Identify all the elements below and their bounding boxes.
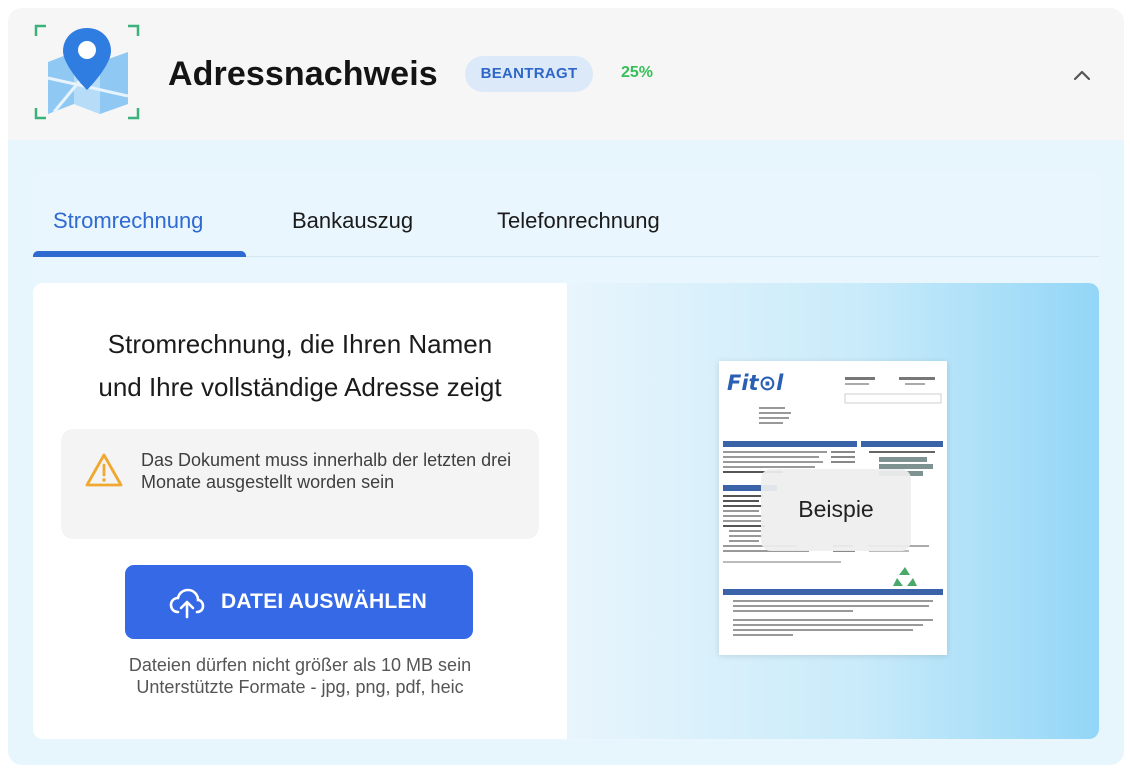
active-tab-indicator [33,251,246,257]
file-requirements-hint: Dateien dürfen nicht größer als 10 MB se… [33,654,567,698]
progress-percent: 25% [621,64,654,81]
validity-notice: Das Dokument muss innerhalb der letzten … [61,429,539,539]
map-pin-icon [34,24,140,120]
example-label: Beispie [798,496,874,522]
requirement-heading: Stromrechnung, die Ihren Namen und Ihre … [33,323,567,409]
tab-telefonrechnung[interactable]: Telefonrechnung [497,208,660,234]
requirement-heading-line-2: und Ihre vollständige Adresse zeigt [98,372,502,402]
example-overlay: Beispie [761,469,911,551]
document-panel: Stromrechnung Bankauszug Telefonrechnung… [33,171,1099,741]
cloud-upload-icon [169,588,205,619]
address-proof-card: Adressnachweis BEANTRAGT 25% Stromrechnu… [8,8,1124,765]
upload-section: Stromrechnung, die Ihren Namen und Ihre … [33,283,567,739]
requirement-heading-line-1: Stromrechnung, die Ihren Namen [107,329,493,359]
upload-content: Stromrechnung, die Ihren Namen und Ihre … [33,283,1099,739]
choose-file-label: DATEI AUSWÄHLEN [221,590,427,613]
notice-text: Das Dokument muss innerhalb der letzten … [141,450,512,492]
tab-bankauszug[interactable]: Bankauszug [292,208,413,234]
file-format-hint: Unterstützte Formate - jpg, png, pdf, he… [136,677,464,697]
chevron-up-icon[interactable] [1070,64,1094,86]
document-logo: Fit⊙l [727,371,784,395]
example-preview: Fit⊙l Beispie [567,283,1099,739]
status-badge: BEANTRAGT [465,56,593,92]
choose-file-button[interactable]: DATEI AUSWÄHLEN [125,565,473,639]
document-type-tabs: Stromrechnung Bankauszug Telefonrechnung [33,171,1099,257]
file-size-hint: Dateien dürfen nicht größer als 10 MB se… [128,655,472,675]
page-title: Adressnachweis [168,55,438,93]
warning-icon [85,453,123,487]
card-header[interactable]: Adressnachweis BEANTRAGT 25% [8,8,1124,140]
tab-stromrechnung[interactable]: Stromrechnung [53,208,203,234]
